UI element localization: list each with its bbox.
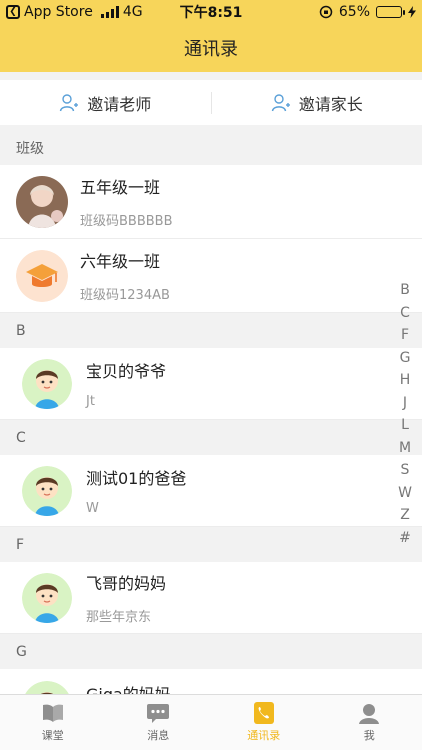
page-title: 通讯录: [184, 39, 238, 60]
graduation-cap-icon: [16, 249, 68, 302]
index-letter[interactable]: J: [403, 392, 407, 415]
index-letter[interactable]: F: [401, 324, 409, 347]
contact-name: 飞哥的妈妈: [86, 574, 167, 593]
tab-messages[interactable]: 消息: [106, 695, 212, 750]
battery-percent: 65%: [338, 4, 370, 20]
index-letter[interactable]: B: [400, 279, 410, 302]
tab-label: 消息: [147, 729, 170, 742]
class-name: 六年级一班: [80, 252, 161, 271]
network-label: 4G: [122, 4, 143, 20]
invite-parent-button[interactable]: 邀请家长: [212, 80, 422, 125]
tab-me[interactable]: 我: [317, 695, 422, 750]
index-letter[interactable]: G: [400, 347, 411, 370]
index-letter[interactable]: #: [399, 527, 411, 550]
orientation-lock-icon: [319, 5, 333, 19]
person-icon: [359, 704, 380, 724]
index-letter[interactable]: C: [400, 302, 410, 325]
section-header-c: C: [0, 420, 400, 456]
index-letter[interactable]: W: [398, 482, 412, 505]
contact-subtitle: Jt: [86, 394, 95, 409]
book-icon: [42, 704, 63, 722]
contact-row[interactable]: 飞哥的妈妈 那些年京东: [0, 562, 422, 634]
tab-label: 我: [363, 729, 375, 742]
class-photo-avatar: [16, 175, 68, 228]
contact-row[interactable]: 宝贝的爷爷 Jt: [0, 348, 422, 420]
contact-subtitle: W: [86, 501, 99, 516]
tab-bar: 课堂 消息 通讯录 我: [0, 694, 422, 750]
phone-icon: [253, 702, 274, 724]
section-header-g: G: [0, 634, 400, 670]
signal-icon: [100, 6, 119, 18]
section-header-f: F: [0, 527, 400, 563]
clock: 下午8:51: [179, 5, 243, 21]
invite-teacher-button[interactable]: 邀请老师: [0, 80, 211, 125]
add-user-icon: [60, 93, 79, 111]
charging-bolt-icon: [408, 6, 416, 18]
tab-contacts[interactable]: 通讯录: [211, 695, 317, 750]
section-header-classes: 班级: [0, 130, 400, 166]
battery-icon: [376, 6, 405, 18]
alphabet-index-bar[interactable]: B C F G H J L M S W Z #: [396, 279, 414, 549]
section-header-b: B: [0, 313, 400, 349]
invite-teacher-label: 邀请老师: [87, 94, 152, 114]
invite-row: 邀请老师 邀请家长: [0, 80, 422, 125]
tab-label: 通讯录: [247, 729, 281, 742]
message-icon: [147, 704, 170, 723]
contact-name: 宝贝的爷爷: [86, 362, 167, 381]
back-arrow-icon[interactable]: ❮: [6, 5, 20, 19]
boy-avatar-icon: [22, 465, 72, 516]
index-letter[interactable]: Z: [400, 504, 410, 527]
tab-classroom[interactable]: 课堂: [0, 695, 106, 750]
boy-avatar-icon: [22, 572, 72, 623]
index-letter[interactable]: L: [401, 414, 409, 437]
tab-label: 课堂: [41, 729, 64, 742]
class-row[interactable]: 五年级一班 班级码BBBBBB: [0, 165, 422, 239]
invite-parent-label: 邀请家长: [298, 94, 363, 114]
index-letter[interactable]: M: [399, 437, 411, 460]
index-letter[interactable]: S: [401, 459, 410, 482]
contact-row[interactable]: 测试01的爸爸 W: [0, 455, 422, 527]
class-row[interactable]: 六年级一班 班级码1234AB: [0, 239, 422, 313]
add-user-icon: [271, 93, 290, 111]
boy-avatar-icon: [22, 358, 72, 409]
class-name: 五年级一班: [80, 178, 161, 197]
index-letter[interactable]: H: [400, 369, 411, 392]
class-code: 班级码BBBBBB: [80, 214, 173, 229]
status-bar: ❮ App Store 4G 下午8:51 65%: [0, 0, 422, 24]
contact-name: 测试01的爸爸: [86, 469, 187, 488]
back-app-label[interactable]: App Store: [24, 4, 93, 20]
contact-subtitle: 那些年京东: [86, 610, 152, 625]
class-code: 班级码1234AB: [80, 288, 170, 303]
nav-bar: 通讯录: [0, 24, 422, 72]
